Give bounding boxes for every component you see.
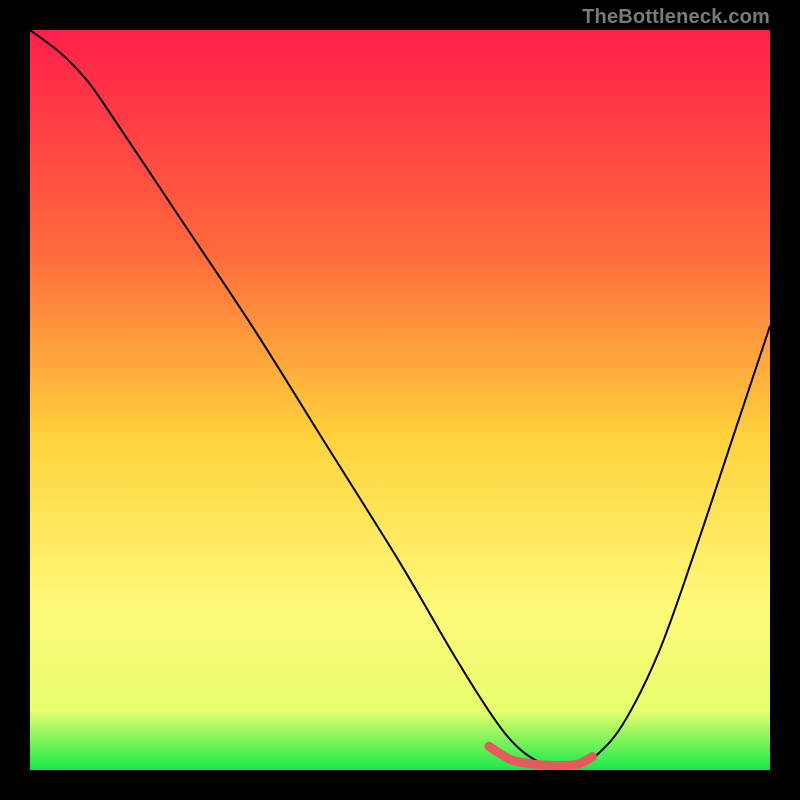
- plot-area: [30, 30, 770, 770]
- chart-svg: [30, 30, 770, 770]
- watermark-text: TheBottleneck.com: [582, 6, 770, 29]
- chart-frame: TheBottleneck.com: [0, 0, 800, 800]
- gradient-background: [30, 30, 770, 770]
